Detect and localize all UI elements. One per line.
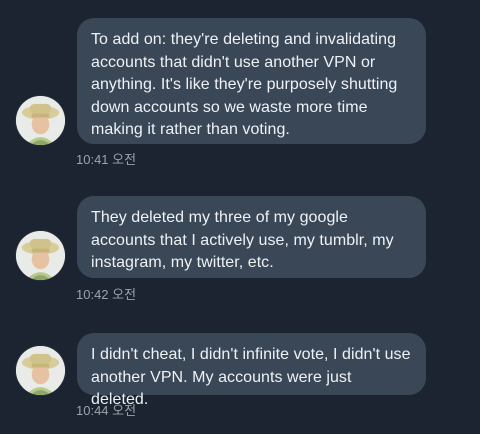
- avatar[interactable]: [16, 346, 65, 395]
- avatar-image: [16, 231, 65, 280]
- avatar-image: [16, 346, 65, 395]
- avatar-image: [16, 96, 65, 145]
- message-bubble[interactable]: To add on: they're deleting and invalida…: [77, 18, 426, 144]
- avatar[interactable]: [16, 231, 65, 280]
- message-timestamp: 10:42 오전: [76, 287, 137, 302]
- message-timestamp: 10:44 오전: [76, 403, 137, 418]
- message-timestamp: 10:41 오전: [76, 152, 137, 167]
- avatar[interactable]: [16, 96, 65, 145]
- message-bubble[interactable]: They deleted my three of my google accou…: [77, 196, 426, 278]
- message-bubble[interactable]: I didn't cheat, I didn't infinite vote, …: [77, 333, 426, 408]
